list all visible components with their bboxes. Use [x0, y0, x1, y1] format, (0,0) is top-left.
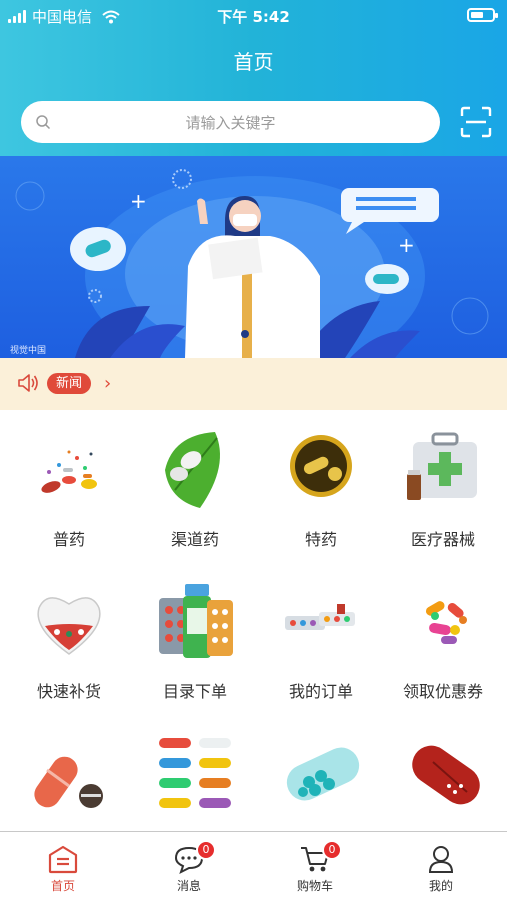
medical-kit-icon	[407, 432, 477, 500]
pill-bottle-blister-icon	[159, 584, 233, 658]
search-input[interactable]: 请输入关键字	[21, 101, 440, 143]
battery-icon	[467, 8, 498, 22]
grid-label: 目录下单	[162, 682, 227, 701]
grid-label: 我的订单	[288, 682, 353, 701]
grid-item-special-drugs[interactable]: 特药	[258, 430, 384, 570]
clock-label: 下午 5:42	[217, 8, 290, 26]
status-bar: 中国电信 下午 5:42	[0, 0, 507, 30]
grid-label: 普药	[52, 530, 85, 549]
chevron-right-icon: ›	[104, 373, 112, 394]
grid-item-quick-restock[interactable]: 快速补货	[6, 582, 132, 722]
grid-item-channel-drugs[interactable]: 渠道药	[132, 430, 258, 570]
banner-caption: 视觉中国	[10, 346, 47, 356]
svg-text:+: +	[398, 233, 415, 257]
grid-item-get-coupons[interactable]: 领取优惠券	[380, 582, 506, 722]
capsule-rows-icon	[159, 738, 231, 808]
grid-label: 快速补货	[36, 682, 101, 701]
page-title: 首页	[233, 50, 274, 74]
grid-label: 医疗器械	[410, 530, 475, 549]
speaker-icon	[18, 374, 38, 392]
header: 中国电信 下午 5:42 首页 请输入关键字	[0, 0, 507, 156]
tab-profile[interactable]: 我的	[378, 832, 504, 900]
pill-blister-strip-icon	[285, 604, 355, 630]
news-tag: 新闻	[47, 373, 92, 394]
grid-item-generic-drugs[interactable]: 普药	[6, 430, 132, 570]
tab-messages[interactable]: 0 消息	[126, 832, 252, 900]
tab-label: 购物车	[296, 879, 333, 893]
tab-label: 首页	[50, 879, 75, 893]
capsule-tablet-icon	[34, 756, 103, 808]
promo-banner[interactable]: + + 视觉中国	[0, 156, 507, 358]
bottom-tab-bar: 首页 0 消息 0 购物车 我的	[0, 831, 507, 900]
cart-badge: 0	[322, 840, 342, 860]
home-icon	[48, 845, 78, 874]
messages-badge: 0	[196, 840, 216, 860]
grid-item-medical-devices[interactable]: 医疗器械	[380, 430, 506, 570]
gold-coin-pill-icon	[290, 435, 352, 497]
red-capsule-icon	[412, 745, 480, 805]
teal-capsule-icon	[286, 747, 360, 801]
grid-item-my-orders[interactable]: 我的订单	[258, 582, 384, 722]
tab-label: 消息	[176, 879, 201, 893]
pills-icon	[41, 450, 97, 493]
doctor-illustration: + +	[15, 169, 489, 358]
colorful-capsules-icon	[425, 601, 467, 644]
grid-item-catalog-order[interactable]: 目录下单	[132, 582, 258, 722]
scan-icon[interactable]	[460, 106, 492, 138]
svg-text:+: +	[130, 189, 147, 213]
grid-label: 渠道药	[170, 530, 219, 549]
user-icon	[428, 846, 454, 873]
green-leaf-pill-icon	[165, 432, 220, 508]
search-placeholder: 请输入关键字	[185, 114, 276, 132]
app-screen: 中国电信 下午 5:42 首页 请输入关键字 + + 视觉中国 新闻 › 普药 …	[0, 0, 507, 900]
tab-label: 我的	[428, 879, 453, 893]
grid-label: 特药	[304, 530, 337, 549]
news-bar[interactable]: 新闻 ›	[0, 358, 507, 410]
tab-home[interactable]: 首页	[0, 832, 126, 900]
tab-cart[interactable]: 0 购物车	[252, 832, 378, 900]
grid-label: 领取优惠券	[402, 682, 483, 701]
heart-pills-icon	[37, 597, 101, 655]
